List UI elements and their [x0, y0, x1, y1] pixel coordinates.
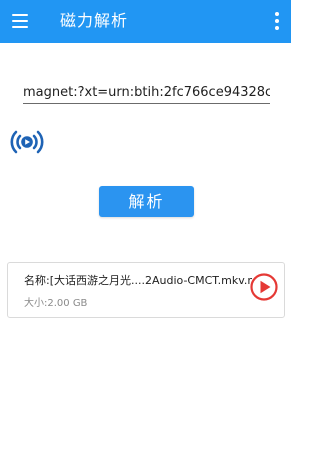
- magnet-link-input[interactable]: [23, 82, 270, 104]
- result-size: 大小:2.00 GB: [24, 298, 88, 309]
- app-title: 磁力解析: [60, 11, 129, 30]
- red-play-circle-icon[interactable]: [249, 272, 279, 302]
- more-vertical-icon[interactable]: [270, 12, 284, 30]
- parse-button[interactable]: 解析: [99, 186, 194, 217]
- result-name: 名称:[大话西游之月光....2Audio-CMCT.mkv.m: [24, 274, 252, 287]
- result-item[interactable]: 名称:[大话西游之月光....2Audio-CMCT.mkv.m 大小:2.00…: [7, 262, 285, 318]
- broadcast-play-icon[interactable]: [8, 127, 46, 157]
- hamburger-menu-icon[interactable]: [12, 11, 32, 31]
- app-bar: 磁力解析: [0, 0, 291, 43]
